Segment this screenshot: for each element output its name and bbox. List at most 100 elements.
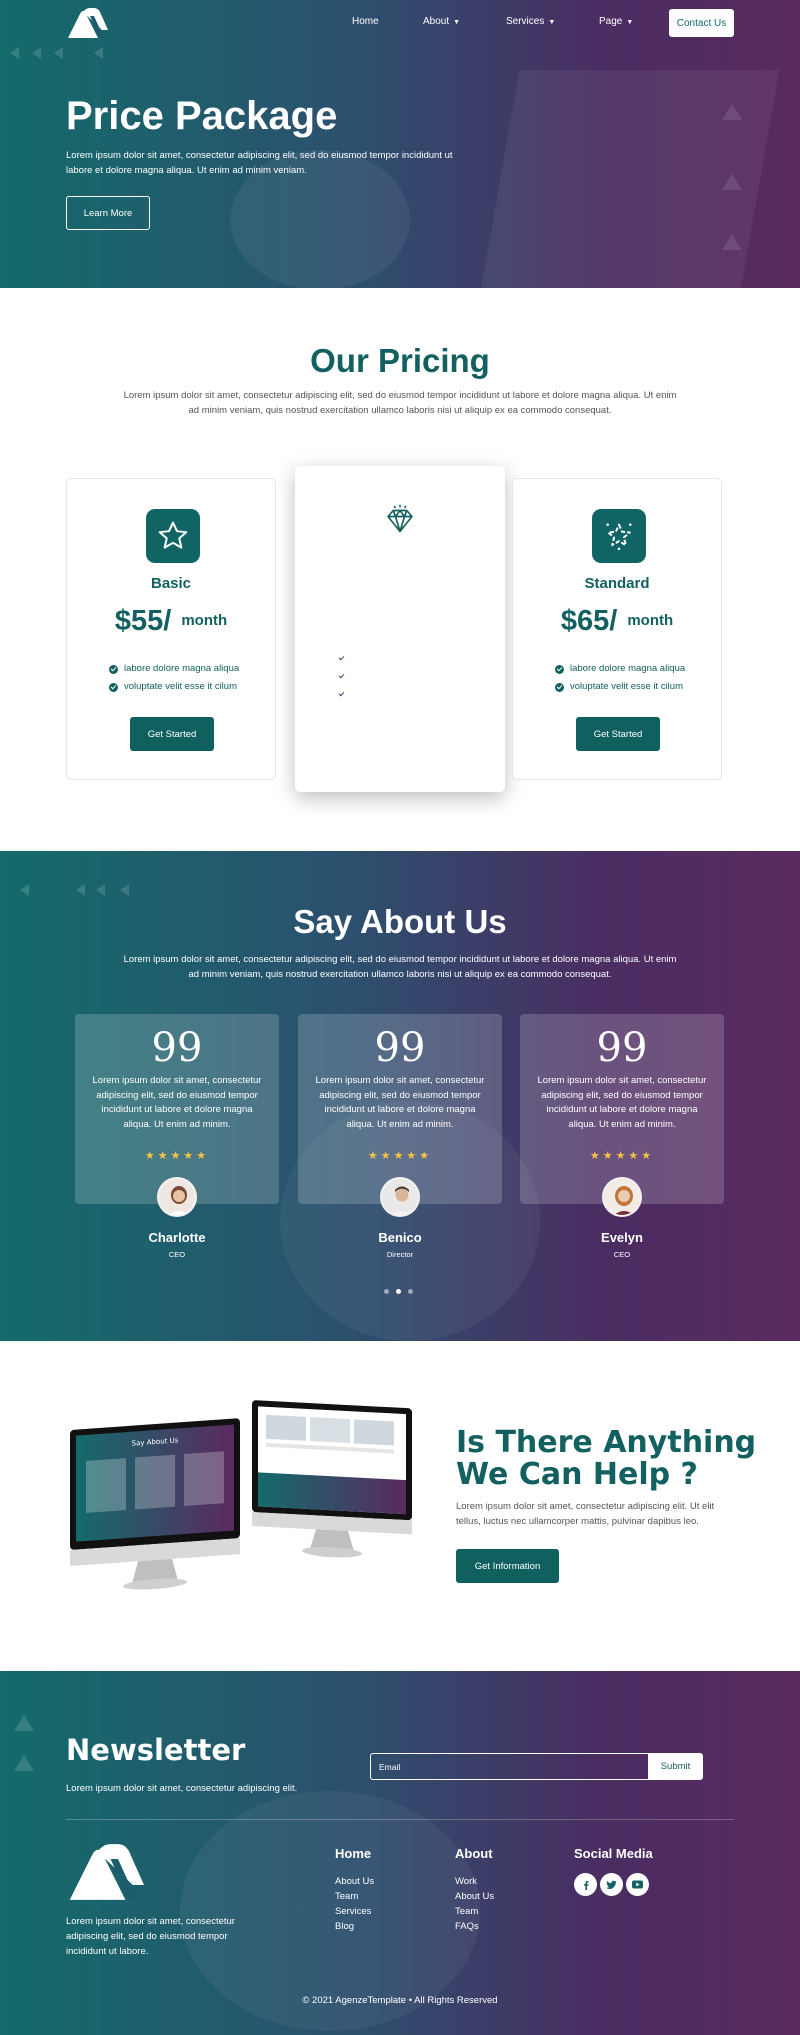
hero-title: Price Package bbox=[66, 94, 338, 138]
newsletter-title: Newsletter bbox=[66, 1733, 246, 1767]
star-rating: ★★★★★ bbox=[367, 1150, 433, 1162]
chevron-down-icon: ▼ bbox=[626, 19, 634, 26]
sparkle-star-icon bbox=[592, 509, 646, 563]
footer-link[interactable]: Team bbox=[455, 1904, 494, 1919]
testimonial-text: Lorem ipsum dolor sit amet, consectetur … bbox=[315, 1075, 485, 1130]
get-information-button[interactable]: Get Information bbox=[456, 1549, 559, 1583]
footer-link[interactable]: Work bbox=[455, 1874, 494, 1889]
contact-us-button[interactable]: Contact Us bbox=[669, 9, 734, 37]
testimonial-card: 99 Lorem ipsum dolor sit amet, consectet… bbox=[520, 1014, 724, 1204]
plan-price: $65/month bbox=[560, 605, 674, 637]
footer: Newsletter Lorem ipsum dolor sit amet, c… bbox=[0, 1671, 800, 2035]
carousel-dot[interactable] bbox=[408, 1289, 413, 1294]
triangle-pattern bbox=[10, 47, 103, 59]
testimonial-role: CEO bbox=[613, 1250, 631, 1259]
nav-item-home[interactable]: Home bbox=[352, 16, 379, 27]
check-icon bbox=[337, 653, 346, 663]
learn-more-button[interactable]: Learn More bbox=[66, 196, 150, 230]
star-rating: ★★★★★ bbox=[144, 1150, 210, 1162]
get-started-button[interactable]: Get Started bbox=[130, 717, 214, 751]
pricing-card-premium: Premium $75/month Consectetur adipiscing… bbox=[295, 466, 505, 792]
pricing-subtitle: Lorem ipsum dolor sit amet, consectetur … bbox=[123, 390, 677, 416]
testimonial-card: 99 Lorem ipsum dolor sit amet, consectet… bbox=[75, 1014, 279, 1204]
footer-link[interactable]: Blog bbox=[335, 1919, 374, 1934]
quote-icon: 99 bbox=[596, 1025, 648, 1071]
footer-divider bbox=[66, 1819, 734, 1820]
hero-text: Lorem ipsum dolor sit amet, consectetur … bbox=[66, 150, 453, 176]
plan-features: Consectetur adipiscing eliit labore dolo… bbox=[337, 649, 467, 703]
check-icon bbox=[555, 664, 564, 674]
testimonial-role: CEO bbox=[168, 1250, 186, 1259]
footer-link[interactable]: About Us bbox=[335, 1874, 374, 1889]
quote-icon: 99 bbox=[374, 1025, 426, 1071]
plan-name: Premium bbox=[367, 562, 433, 579]
plan-features: labore dolore magna aliqua voluptate vel… bbox=[109, 660, 239, 696]
plan-price: $55/month bbox=[114, 605, 228, 637]
footer-logo[interactable] bbox=[66, 1844, 144, 1900]
feature-item: labore dolore magna aliqua bbox=[337, 667, 467, 685]
check-icon bbox=[337, 671, 346, 681]
carousel-dot[interactable] bbox=[396, 1289, 401, 1294]
feature-item: voluptate velit esse it cilum bbox=[337, 685, 467, 703]
feature-item: Consectetur adipiscing eliit bbox=[337, 649, 467, 667]
submit-button[interactable]: Submit bbox=[648, 1753, 703, 1780]
help-title: Is There Anything We Can Help ? bbox=[456, 1425, 757, 1492]
footer-links: Work About Us Team FAQs bbox=[455, 1874, 494, 1934]
twitter-icon[interactable] bbox=[600, 1873, 623, 1896]
nav-item-services[interactable]: Services ▼ bbox=[506, 16, 555, 27]
youtube-icon[interactable] bbox=[626, 1873, 649, 1896]
carousel-dot[interactable] bbox=[384, 1289, 389, 1294]
footer-about-text: Lorem ipsum dolor sit amet, consectetur … bbox=[66, 1916, 235, 1957]
feature-item: voluptate velit esse it cilum bbox=[555, 678, 685, 696]
footer-link[interactable]: About Us bbox=[455, 1889, 494, 1904]
testimonial-text: Lorem ipsum dolor sit amet, consectetur … bbox=[537, 1075, 707, 1130]
nav-item-page[interactable]: Page ▼ bbox=[599, 16, 633, 27]
help-text: Lorem ipsum dolor sit amet, consectetur … bbox=[456, 1501, 715, 1527]
triangle-pattern bbox=[20, 884, 129, 896]
nav-item-about[interactable]: About ▼ bbox=[423, 16, 460, 27]
star-icon bbox=[146, 509, 200, 563]
avatar bbox=[157, 1177, 197, 1217]
chevron-down-icon: ▼ bbox=[548, 19, 556, 26]
get-started-button[interactable]: Get Started bbox=[358, 722, 442, 756]
testimonial-text: Lorem ipsum dolor sit amet, consectetur … bbox=[92, 1075, 262, 1130]
footer-link[interactable]: Services bbox=[335, 1904, 374, 1919]
diamond-icon bbox=[373, 494, 427, 548]
copyright: © 2021 AgenzeTemplate • All Rights Reser… bbox=[302, 1995, 498, 2006]
triangle-pattern-right bbox=[722, 104, 742, 250]
plan-features: labore dolore magna aliqua voluptate vel… bbox=[555, 660, 685, 696]
plan-name: Basic bbox=[150, 575, 192, 592]
testimonials-subtitle: Lorem ipsum dolor sit amet, consectetur … bbox=[123, 954, 677, 980]
get-started-button[interactable]: Get Started bbox=[576, 717, 660, 751]
star-rating: ★★★★★ bbox=[589, 1150, 655, 1162]
feature-item: voluptate velit esse it cilum bbox=[109, 678, 239, 696]
feature-item: labore dolore magna aliqua bbox=[109, 660, 239, 678]
triangle-pattern bbox=[14, 1715, 34, 1771]
testimonials-title: Say About Us bbox=[293, 903, 507, 940]
newsletter-text: Lorem ipsum dolor sit amet, consectetur … bbox=[66, 1783, 298, 1794]
quote-icon: 99 bbox=[151, 1025, 203, 1071]
avatar bbox=[602, 1177, 642, 1217]
plan-name: Standard bbox=[584, 575, 650, 592]
hero-section: Home About ▼ Services ▼ Page ▼ Contact Us P… bbox=[0, 0, 800, 288]
footer-link[interactable]: FAQs bbox=[455, 1919, 494, 1934]
check-icon bbox=[109, 682, 118, 692]
email-input[interactable] bbox=[370, 1753, 650, 1780]
social-media-title: Social Media bbox=[574, 1846, 653, 1861]
feature-item: labore dolore magna aliqua bbox=[555, 660, 685, 678]
footer-link[interactable]: Team bbox=[335, 1889, 374, 1904]
facebook-icon[interactable] bbox=[574, 1873, 597, 1896]
check-icon bbox=[337, 689, 346, 699]
device-mockup-illustration: Say About Us bbox=[70, 1400, 412, 1590]
chevron-down-icon: ▼ bbox=[453, 19, 461, 26]
footer-column-title: About bbox=[455, 1846, 493, 1861]
plan-price: $75/month bbox=[343, 588, 457, 620]
testimonial-card: 99 Lorem ipsum dolor sit amet, consectet… bbox=[298, 1014, 502, 1204]
testimonials-section: Say About Us Lorem ipsum dolor sit amet,… bbox=[0, 851, 800, 1341]
pricing-title: Our Pricing bbox=[310, 342, 490, 379]
check-icon bbox=[555, 682, 564, 692]
testimonial-role: Director bbox=[386, 1250, 414, 1259]
check-icon bbox=[109, 664, 118, 674]
footer-column-title: Home bbox=[335, 1846, 372, 1861]
footer-links: About Us Team Services Blog bbox=[335, 1874, 374, 1934]
